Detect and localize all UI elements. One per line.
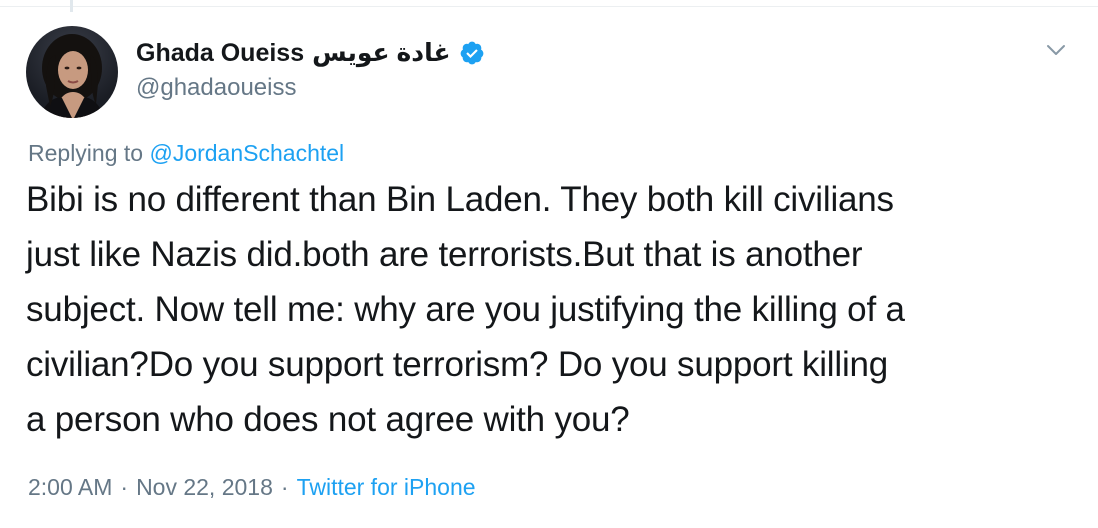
chevron-down-icon[interactable] [1044,38,1068,62]
tweet-time[interactable]: 2:00 AM [28,474,112,501]
verified-badge-icon [459,40,485,66]
replying-prefix: Replying to [28,140,144,166]
thread-connector [70,0,73,12]
meta-separator: · [120,474,129,500]
tweet-card: Ghada Oueiss غادة عويس @ghadaoueiss Repl… [0,0,1098,528]
arabic-display-name[interactable]: غادة عويس [312,38,450,68]
tweet-source-link[interactable]: Twitter for iPhone [297,474,476,501]
display-name[interactable]: Ghada Oueiss [136,39,304,68]
avatar[interactable] [26,26,118,118]
tweet-text: Bibi is no different than Bin Laden. The… [26,180,905,439]
tweet-meta: 2:00 AM · Nov 22, 2018 · Twitter for iPh… [28,474,476,501]
replying-to-link[interactable]: @JordanSchachtel [149,140,344,166]
user-handle[interactable]: @ghadaoueiss [136,74,296,102]
top-divider [0,6,1098,7]
tweet-date[interactable]: Nov 22, 2018 [136,474,273,501]
meta-separator-2: · [280,474,289,500]
replying-to-line: Replying to @JordanSchachtel [28,140,344,167]
author-name-row[interactable]: Ghada Oueiss غادة عويس [136,36,485,70]
